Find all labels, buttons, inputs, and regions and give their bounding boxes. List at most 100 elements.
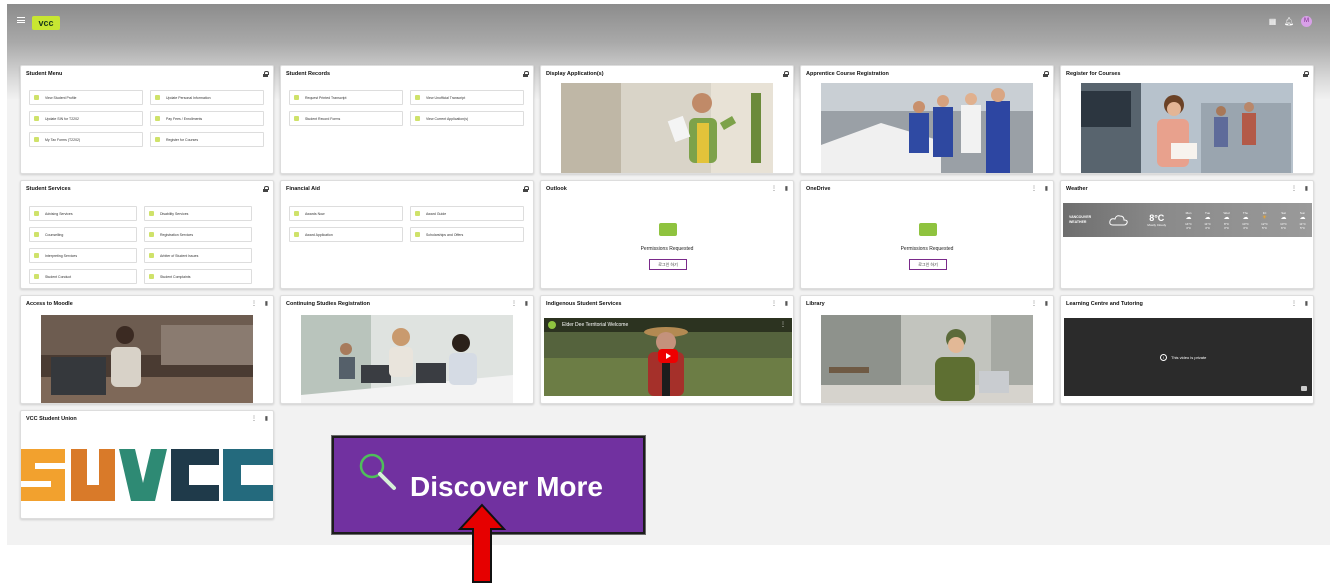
video-more-icon[interactable]: ⋮ [780,321,786,328]
video-player[interactable]: Elder Dee Territorial Welcome ⋮ [544,318,792,396]
youtube-icon[interactable] [1301,386,1307,391]
signin-button[interactable]: 로그인 하기 [909,259,947,270]
bookmark-icon[interactable]: ▮ [265,416,268,422]
link-awards-now[interactable]: Awards Now [289,206,403,221]
link-grid: Request Printed Transcript View Unoffici… [289,90,524,126]
link-arbiter[interactable]: Arbiter of Student Issues [144,248,252,263]
more-icon[interactable]: ⋮ [1291,301,1297,307]
card-title: Register for Courses [1066,71,1121,77]
link-icon [149,274,154,279]
link-icon [415,232,420,237]
link-student-record-forms[interactable]: Student Record Forms [289,111,403,126]
card-moodle[interactable]: Access to Moodle ⋮ ▮ [20,295,274,404]
card-display-application[interactable]: Display Application(s) [540,65,794,174]
link-icon [294,116,299,121]
more-icon[interactable]: ⋮ [771,186,777,192]
more-icon[interactable]: ⋮ [511,301,517,307]
link-disability[interactable]: Disability Services [144,206,252,221]
link-pay-fees[interactable]: Pay Fees / Enrollments [150,111,264,126]
link-icon [34,211,39,216]
link-current-applications[interactable]: View Current Application(s) [410,111,524,126]
forecast-day: Sun ☁ 11°C 5°C [1293,211,1312,230]
bookmark-icon[interactable]: ▮ [785,301,788,307]
link-registration-services[interactable]: Registration Services [144,227,252,242]
bell-icon[interactable]: 🔔︎ [1284,17,1294,26]
more-icon[interactable]: ⋮ [1031,301,1037,307]
vcc-logo[interactable]: vcc [32,16,60,30]
calendar-icon[interactable]: ▦ [1268,17,1277,26]
card-title: Weather [1066,186,1088,192]
video-player[interactable]: ! This video is private [1064,318,1312,396]
link-icon [149,211,154,216]
link-icon [294,232,299,237]
link-unofficial-transcript[interactable]: View Unofficial Transcript [410,90,524,105]
link-icon [149,232,154,237]
link-register-courses[interactable]: Register for Courses [150,132,264,147]
card-indigenous-services[interactable]: Indigenous Student Services ⋮ ▮ Elder De… [540,295,794,404]
lock-icon [523,186,529,192]
link-scholarships[interactable]: Scholarships and Offers [410,227,524,242]
cloud-icon: ☁ [1185,214,1192,221]
link-tax-forms[interactable]: My Tax Forms (T2202) [29,132,143,147]
cloud-icon: ☁ [1280,214,1287,221]
link-counselling[interactable]: Counselling [29,227,137,242]
card-financial-aid: Financial Aid Awards Now Award Guide Awa… [280,180,534,289]
forecast-day: Fri ☀ 12°C 5°C [1255,211,1274,230]
more-icon[interactable]: ⋮ [1291,186,1297,192]
avatar[interactable]: M [1301,16,1312,27]
link-view-student-profile[interactable]: View Student Profile [29,90,143,105]
forecast-day: Mon ☁ 14°C 4°C [1179,211,1198,230]
bookmark-icon[interactable]: ▮ [1045,301,1048,307]
forecast-day: Wed ☁ 8°C 3°C [1217,211,1236,230]
link-award-application[interactable]: Award Application [289,227,403,242]
link-update-sin[interactable]: Update SIN for T2202 [29,111,143,126]
card-apprentice-registration[interactable]: Apprentice Course Registration [800,65,1054,174]
card-continuing-studies[interactable]: Continuing Studies Registration ⋮ ▮ [280,295,534,404]
card-student-union[interactable]: VCC Student Union ⋮ ▮ [20,410,274,519]
weather-location: VANCOUVER WEATHER [1069,215,1092,224]
permissions-text: Permissions Requested [900,246,954,252]
signin-button[interactable]: 로그인 하기 [649,259,687,270]
card-title: Student Services [26,186,71,192]
bookmark-icon[interactable]: ▮ [265,301,268,307]
weather-current: 8°C Mostly Cloudy [1141,213,1173,227]
link-icon [294,95,299,100]
more-icon[interactable]: ⋮ [251,416,257,422]
lock-icon [783,71,789,77]
card-learning-centre[interactable]: Learning Centre and Tutoring ⋮ ▮ ! This … [1060,295,1314,404]
link-icon [415,116,420,121]
link-student-complaints[interactable]: Student Complaints [144,269,252,284]
play-button-icon[interactable] [658,349,678,363]
link-update-personal-info[interactable]: Update Personal Information [150,90,264,105]
card-outlook: Outlook ⋮ ▮ Permissions Requested 로그인 하기 [540,180,794,289]
cloud-icon: ☁ [1299,214,1306,221]
card-title: Outlook [546,186,567,192]
card-title: Learning Centre and Tutoring [1066,301,1143,307]
link-advising[interactable]: Advising Services [29,206,137,221]
link-interpreting[interactable]: Interpreting Services [29,248,137,263]
link-request-transcript[interactable]: Request Printed Transcript [289,90,403,105]
bookmark-icon[interactable]: ▮ [785,186,788,192]
hamburger-menu-icon[interactable] [17,17,25,23]
more-icon[interactable]: ⋮ [1031,186,1037,192]
lock-icon [263,71,269,77]
bookmark-icon[interactable]: ▮ [1305,186,1308,192]
cloud-icon [1109,215,1129,226]
cloud-icon: ☁ [1242,214,1249,221]
card-register-courses[interactable]: Register for Courses [1060,65,1314,174]
more-icon[interactable]: ⋮ [251,301,257,307]
card-title: Financial Aid [286,186,321,192]
more-icon[interactable]: ⋮ [771,301,777,307]
link-icon [155,137,160,142]
link-award-guide[interactable]: Award Guide [410,206,524,221]
card-library[interactable]: Library ⋮ ▮ [800,295,1054,404]
video-title: Elder Dee Territorial Welcome [562,322,629,328]
bookmark-icon[interactable]: ▮ [1305,301,1308,307]
card-title: Access to Moodle [26,301,73,307]
bookmark-icon[interactable]: ▮ [525,301,528,307]
card-title: Indigenous Student Services [546,301,622,307]
link-student-conduct[interactable]: Student Conduct [29,269,137,284]
card-student-menu: Student Menu View Student Profile Update… [20,65,274,174]
bookmark-icon[interactable]: ▮ [1045,186,1048,192]
app-permission-icon [919,223,937,236]
